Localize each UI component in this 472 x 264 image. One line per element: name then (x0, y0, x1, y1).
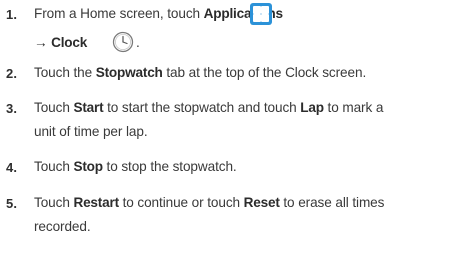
step-text: tab at the top of the Clock screen. (162, 65, 367, 80)
step-1-line-2: → Clock (34, 35, 87, 50)
step-2-line-1: Touch the Stopwatch tab at the top of th… (34, 65, 366, 80)
lap-label: Lap (300, 100, 324, 115)
step-text: From a Home screen, touch (34, 6, 204, 21)
step-number: 5. (6, 196, 18, 211)
step-number: 4. (6, 160, 18, 175)
step-3-line-1: Touch Start to start the stopwatch and t… (34, 100, 383, 115)
arrow-glyph: → (34, 35, 48, 50)
step-text: recorded. (34, 219, 91, 234)
step-1-line-1: From a Home screen, touch Applications (34, 6, 283, 21)
step-3-line-2: unit of time per lap. (34, 124, 148, 139)
stop-label: Stop (73, 159, 103, 174)
reset-label: Reset (243, 195, 280, 210)
step-text: Touch (34, 195, 74, 210)
step-text: Touch (34, 159, 74, 174)
step-5-line-1: Touch Restart to continue or touch Reset… (34, 195, 384, 210)
step-text: Touch (34, 100, 74, 115)
step-text: to start the stopwatch and touch (103, 100, 301, 115)
applications-grid-icon (250, 3, 272, 25)
step-text: to mark a (323, 100, 384, 115)
step-5-line-2: recorded. (34, 219, 91, 234)
step-number: 2. (6, 66, 18, 81)
clock-icon (112, 31, 134, 53)
restart-label: Restart (73, 195, 119, 210)
step-4-line-1: Touch Stop to stop the stopwatch. (34, 159, 237, 174)
step-1-period: . (136, 35, 140, 50)
step-text: unit of time per lap. (34, 124, 148, 139)
step-text: to stop the stopwatch. (102, 159, 237, 174)
step-number: 3. (6, 101, 18, 116)
step-number: 1. (6, 7, 18, 22)
clock-label: Clock (51, 35, 88, 50)
step-text: to continue or touch (118, 195, 244, 210)
start-label: Start (73, 100, 104, 115)
step-text: to erase all times (279, 195, 385, 210)
stopwatch-label: Stopwatch (95, 65, 163, 80)
step-text: Touch the (34, 65, 96, 80)
